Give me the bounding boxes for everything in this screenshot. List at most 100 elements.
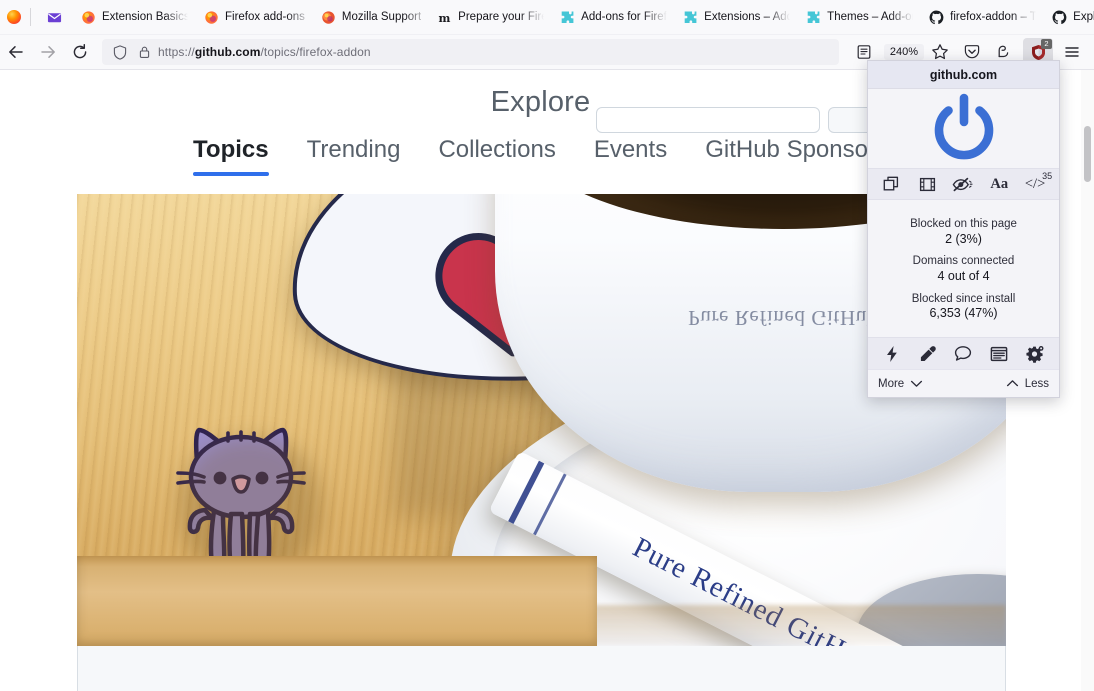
svg-text:m: m	[439, 10, 451, 24]
tab-explore-github[interactable]: Explore GitHub	[1044, 2, 1094, 32]
javascript-count-superscript: 35	[1042, 171, 1053, 181]
tab-firefox-addon-topics[interactable]: firefox-addon – Topics	[921, 2, 1044, 32]
javascript-switch[interactable]: </> 35	[1022, 171, 1052, 196]
picker-button[interactable]	[915, 342, 941, 366]
cosmetic-filtering-switch[interactable]	[950, 172, 976, 196]
tab-label: Explore GitHub	[1073, 11, 1094, 23]
tab-label: Mozilla Support	[341, 11, 422, 23]
remote-fonts-switch[interactable]: Aa	[986, 172, 1012, 196]
stat-label: Domains connected	[912, 255, 1015, 268]
tab-trending-label: Trending	[306, 136, 401, 163]
less-label: Less	[1024, 377, 1049, 390]
stat-value: 6,353 (47%)	[929, 306, 998, 321]
remote-fonts-glyph: Aa	[990, 175, 1009, 192]
url-path: /topics/firefox-addon	[260, 45, 371, 59]
popup-footer: More Less	[868, 369, 1059, 397]
app-menu-button[interactable]	[1056, 37, 1088, 67]
reader-view-icon	[857, 45, 871, 59]
chevron-up-icon	[1006, 380, 1018, 387]
dashboard-button[interactable]	[1022, 342, 1048, 366]
popup-power-area	[868, 89, 1059, 168]
hamburger-menu-icon	[1065, 47, 1079, 57]
film-strip-icon	[920, 177, 936, 191]
tab-label: Extension Basics	[102, 11, 188, 23]
ublock-origin-popup: github.com Aa </> 35 Blocked on this pag…	[867, 60, 1060, 398]
mail-icon	[47, 12, 61, 22]
search-input[interactable]	[596, 107, 820, 133]
gears-icon	[1026, 345, 1044, 363]
account-icon	[998, 45, 1009, 58]
stat-label: Blocked on this page	[910, 218, 1017, 231]
stat-blocked-on-page: Blocked on this page 2 (3%)	[910, 217, 1017, 247]
page-scrollbar-thumb[interactable]	[1084, 126, 1091, 182]
stat-blocked-since-install: Blocked since install 6,353 (47%)	[912, 292, 1016, 322]
tab-label: firefox-addon – Topics	[950, 11, 1036, 23]
reload-button[interactable]	[64, 37, 96, 67]
logger-icon	[990, 346, 1008, 361]
popups-switch[interactable]	[879, 172, 905, 196]
puzzle-icon	[561, 11, 574, 23]
tab-collections-label: Collections	[438, 136, 556, 163]
browser-window: Extension Basics Firefox add-ons Mozilla…	[0, 0, 1094, 691]
mdn-icon: m	[439, 10, 451, 24]
page-scrollbar[interactable]	[1081, 70, 1094, 691]
stat-label: Blocked since install	[911, 292, 1016, 305]
tab-label: Extensions – Add-ons	[704, 11, 791, 23]
shield-glyph	[113, 44, 127, 60]
tab-label: Add-ons for Firefox	[581, 11, 667, 23]
firefox-logo-icon	[0, 0, 28, 35]
tab-trending[interactable]: Trending	[307, 136, 401, 176]
octocat-sticker	[165, 415, 322, 578]
tab-topics[interactable]: Topics	[193, 136, 269, 176]
tab-github-sponsors[interactable]: GitHub Sponsors	[705, 136, 888, 176]
shield-icon[interactable]	[108, 42, 132, 62]
tab-mozilla-support[interactable]: Mozilla Support	[313, 2, 429, 32]
puzzle-icon	[684, 11, 697, 23]
tab-strip: Extension Basics Firefox add-ons Mozilla…	[0, 0, 1094, 35]
stat-value: 4 out of 4	[937, 268, 990, 283]
tab-separator	[30, 8, 31, 26]
chevron-down-icon	[911, 380, 923, 387]
eyedropper-icon	[920, 345, 936, 361]
forward-button[interactable]	[32, 37, 64, 67]
url-bar[interactable]: https://github.com/topics/firefox-addon	[102, 39, 839, 65]
puzzle-icon	[807, 11, 820, 23]
back-button[interactable]	[0, 37, 32, 67]
less-button[interactable]: Less	[1006, 378, 1049, 390]
logger-button[interactable]	[986, 342, 1012, 366]
stat-domains-connected: Domains connected 4 out of 4	[913, 254, 1015, 284]
tab-themes-addons[interactable]: Themes – Add-ons	[798, 2, 921, 32]
firefox-icon	[82, 10, 95, 24]
tab-firefox-add-ons[interactable]: Firefox add-ons	[196, 2, 313, 32]
power-button-icon[interactable]	[926, 91, 1002, 167]
tab-extension-basics[interactable]: Extension Basics	[73, 2, 196, 32]
table-edge	[77, 555, 598, 646]
zapper-button[interactable]	[879, 342, 905, 366]
popup-hostname: github.com	[929, 67, 998, 82]
report-button[interactable]	[950, 342, 976, 366]
url-domain: github.com	[194, 45, 261, 59]
tab-events[interactable]: Events	[594, 136, 667, 176]
tab-extensions-addons[interactable]: Extensions – Add-ons	[675, 2, 798, 32]
zoom-level-badge[interactable]: 240%	[883, 44, 924, 60]
pocket-icon	[964, 45, 980, 59]
more-button[interactable]: More	[878, 378, 923, 390]
tab-collections[interactable]: Collections	[438, 136, 555, 176]
star-icon	[932, 44, 948, 60]
tab-label: Prepare your Firefox	[458, 11, 544, 23]
tab-github-sponsors-label: GitHub Sponsors	[705, 136, 888, 163]
popup-windows-icon	[884, 176, 899, 190]
large-media-switch[interactable]	[915, 172, 941, 196]
url-scheme: https://	[158, 45, 195, 59]
tab-events-label: Events	[593, 136, 668, 163]
arrow-right-icon	[41, 46, 55, 58]
url-text: https://github.com/topics/firefox-addon	[158, 45, 371, 59]
tab-prepare-your-firefox[interactable]: m Prepare your Firefox	[429, 2, 552, 32]
sugar-packet-band	[508, 460, 545, 525]
popup-action-row	[868, 337, 1059, 369]
tab-add-ons-for-firefox[interactable]: Add-ons for Firefox	[552, 2, 675, 32]
tab-pinned-mail[interactable]	[35, 2, 73, 32]
tab-topics-label: Topics	[193, 136, 269, 163]
firefox-icon	[322, 10, 335, 24]
lock-icon[interactable]	[132, 42, 156, 62]
